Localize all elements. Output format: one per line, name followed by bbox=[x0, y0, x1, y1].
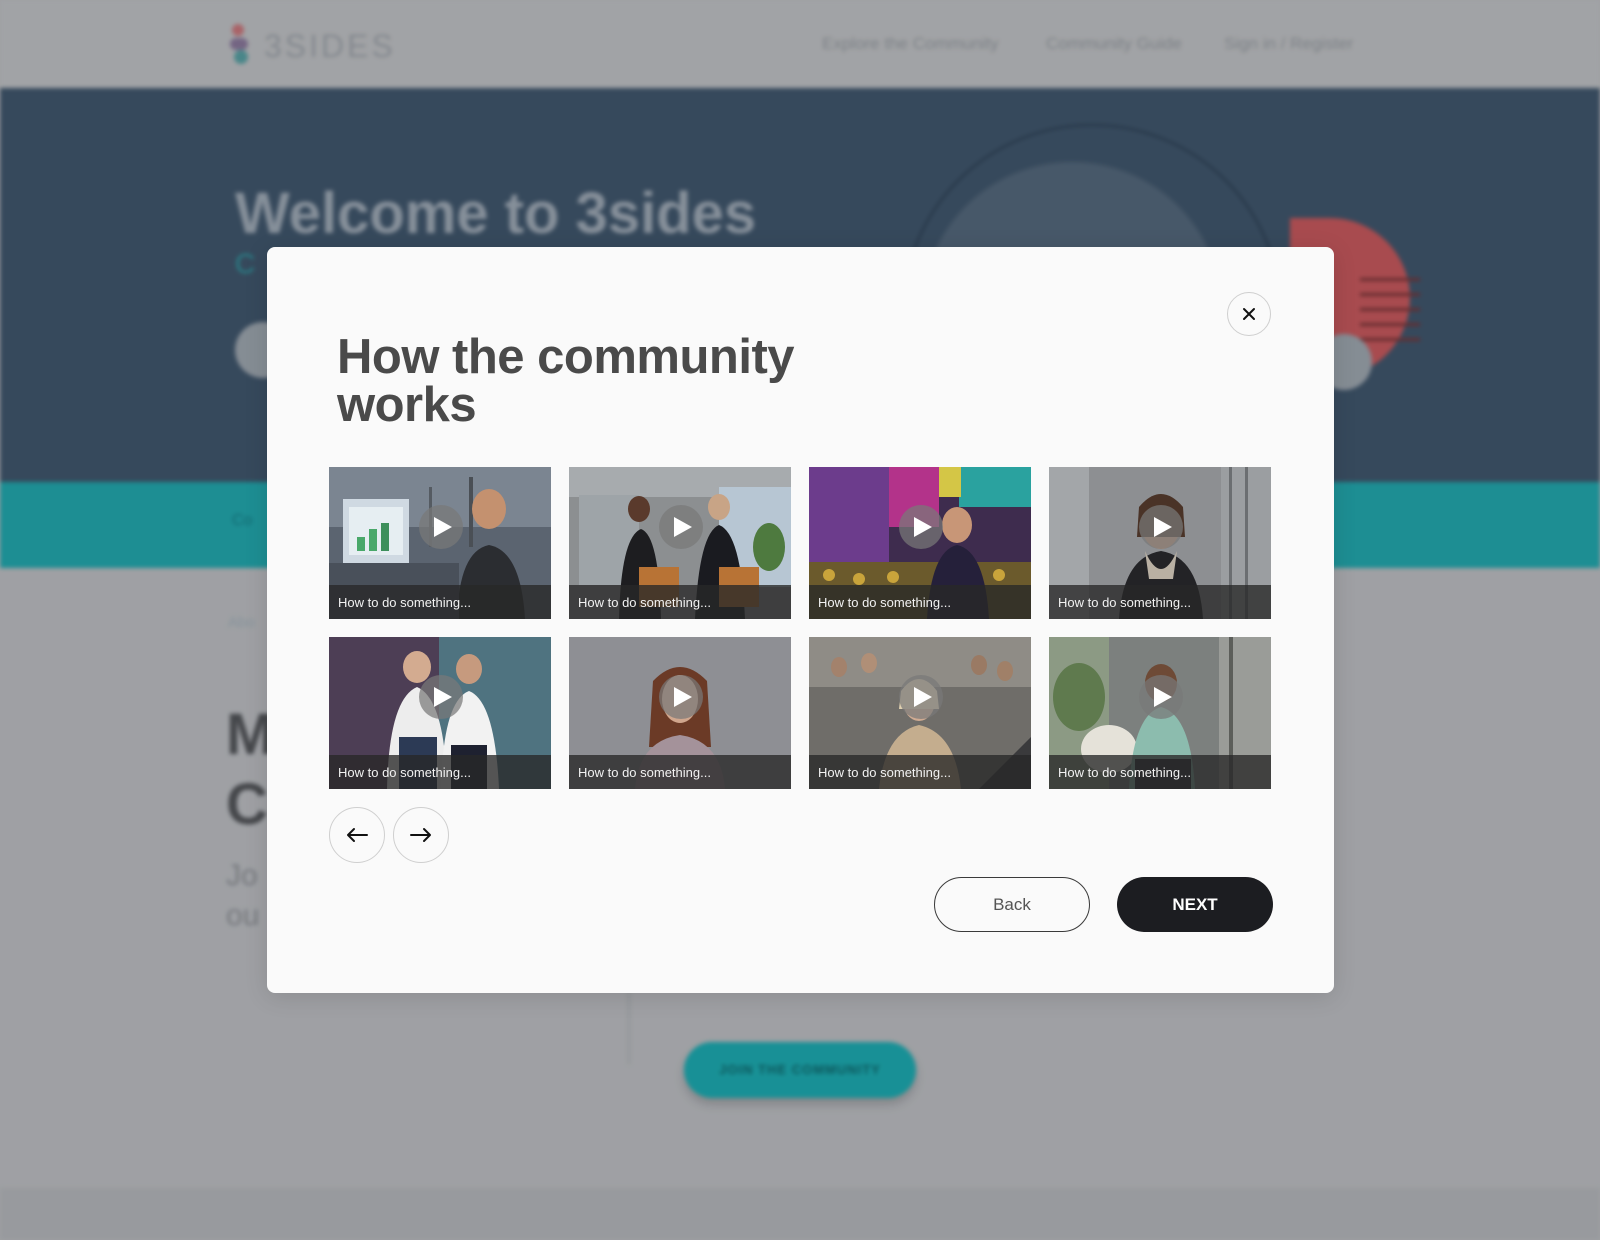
play-button[interactable] bbox=[1139, 505, 1183, 549]
back-button[interactable]: Back bbox=[934, 877, 1090, 932]
play-button[interactable] bbox=[659, 675, 703, 719]
play-button[interactable] bbox=[899, 505, 943, 549]
play-button[interactable] bbox=[1139, 675, 1183, 719]
video-tile[interactable]: How to do something... bbox=[569, 467, 791, 619]
video-caption: How to do something... bbox=[338, 595, 471, 610]
video-caption-bar: How to do something... bbox=[569, 755, 791, 789]
video-grid: How to do something... How to do somethi… bbox=[329, 467, 1273, 789]
video-tile[interactable]: How to do something... bbox=[1049, 637, 1271, 789]
next-page-button[interactable] bbox=[393, 807, 449, 863]
video-tile[interactable]: How to do something... bbox=[809, 467, 1031, 619]
video-caption-bar: How to do something... bbox=[329, 755, 551, 789]
play-button[interactable] bbox=[899, 675, 943, 719]
play-button[interactable] bbox=[419, 675, 463, 719]
video-tile[interactable]: How to do something... bbox=[329, 637, 551, 789]
play-icon bbox=[674, 517, 692, 537]
video-caption: How to do something... bbox=[338, 765, 471, 780]
arrow-right-icon bbox=[410, 828, 431, 842]
play-icon bbox=[434, 517, 452, 537]
video-caption: How to do something... bbox=[1058, 595, 1191, 610]
arrow-left-icon bbox=[347, 828, 368, 842]
play-button[interactable] bbox=[659, 505, 703, 549]
video-caption-bar: How to do something... bbox=[569, 585, 791, 619]
video-tile[interactable]: How to do something... bbox=[1049, 467, 1271, 619]
video-caption: How to do something... bbox=[1058, 765, 1191, 780]
close-icon bbox=[1243, 308, 1255, 320]
video-caption: How to do something... bbox=[578, 765, 711, 780]
play-button[interactable] bbox=[419, 505, 463, 549]
video-tile[interactable]: How to do something... bbox=[329, 467, 551, 619]
play-icon bbox=[674, 687, 692, 707]
previous-page-button[interactable] bbox=[329, 807, 385, 863]
play-icon bbox=[914, 517, 932, 537]
video-caption: How to do something... bbox=[578, 595, 711, 610]
play-icon bbox=[434, 687, 452, 707]
video-tile[interactable]: How to do something... bbox=[809, 637, 1031, 789]
video-caption-bar: How to do something... bbox=[809, 755, 1031, 789]
video-caption: How to do something... bbox=[818, 765, 951, 780]
video-caption-bar: How to do something... bbox=[809, 585, 1031, 619]
video-tile[interactable]: How to do something... bbox=[569, 637, 791, 789]
video-caption-bar: How to do something... bbox=[1049, 755, 1271, 789]
close-button[interactable] bbox=[1227, 292, 1271, 336]
video-caption-bar: How to do something... bbox=[329, 585, 551, 619]
play-icon bbox=[1154, 517, 1172, 537]
next-button[interactable]: NEXT bbox=[1117, 877, 1273, 932]
modal-title: How the community works bbox=[337, 330, 795, 432]
video-caption: How to do something... bbox=[818, 595, 951, 610]
video-caption-bar: How to do something... bbox=[1049, 585, 1271, 619]
play-icon bbox=[1154, 687, 1172, 707]
how-it-works-modal: How the community works How to do someth… bbox=[267, 247, 1334, 993]
play-icon bbox=[914, 687, 932, 707]
